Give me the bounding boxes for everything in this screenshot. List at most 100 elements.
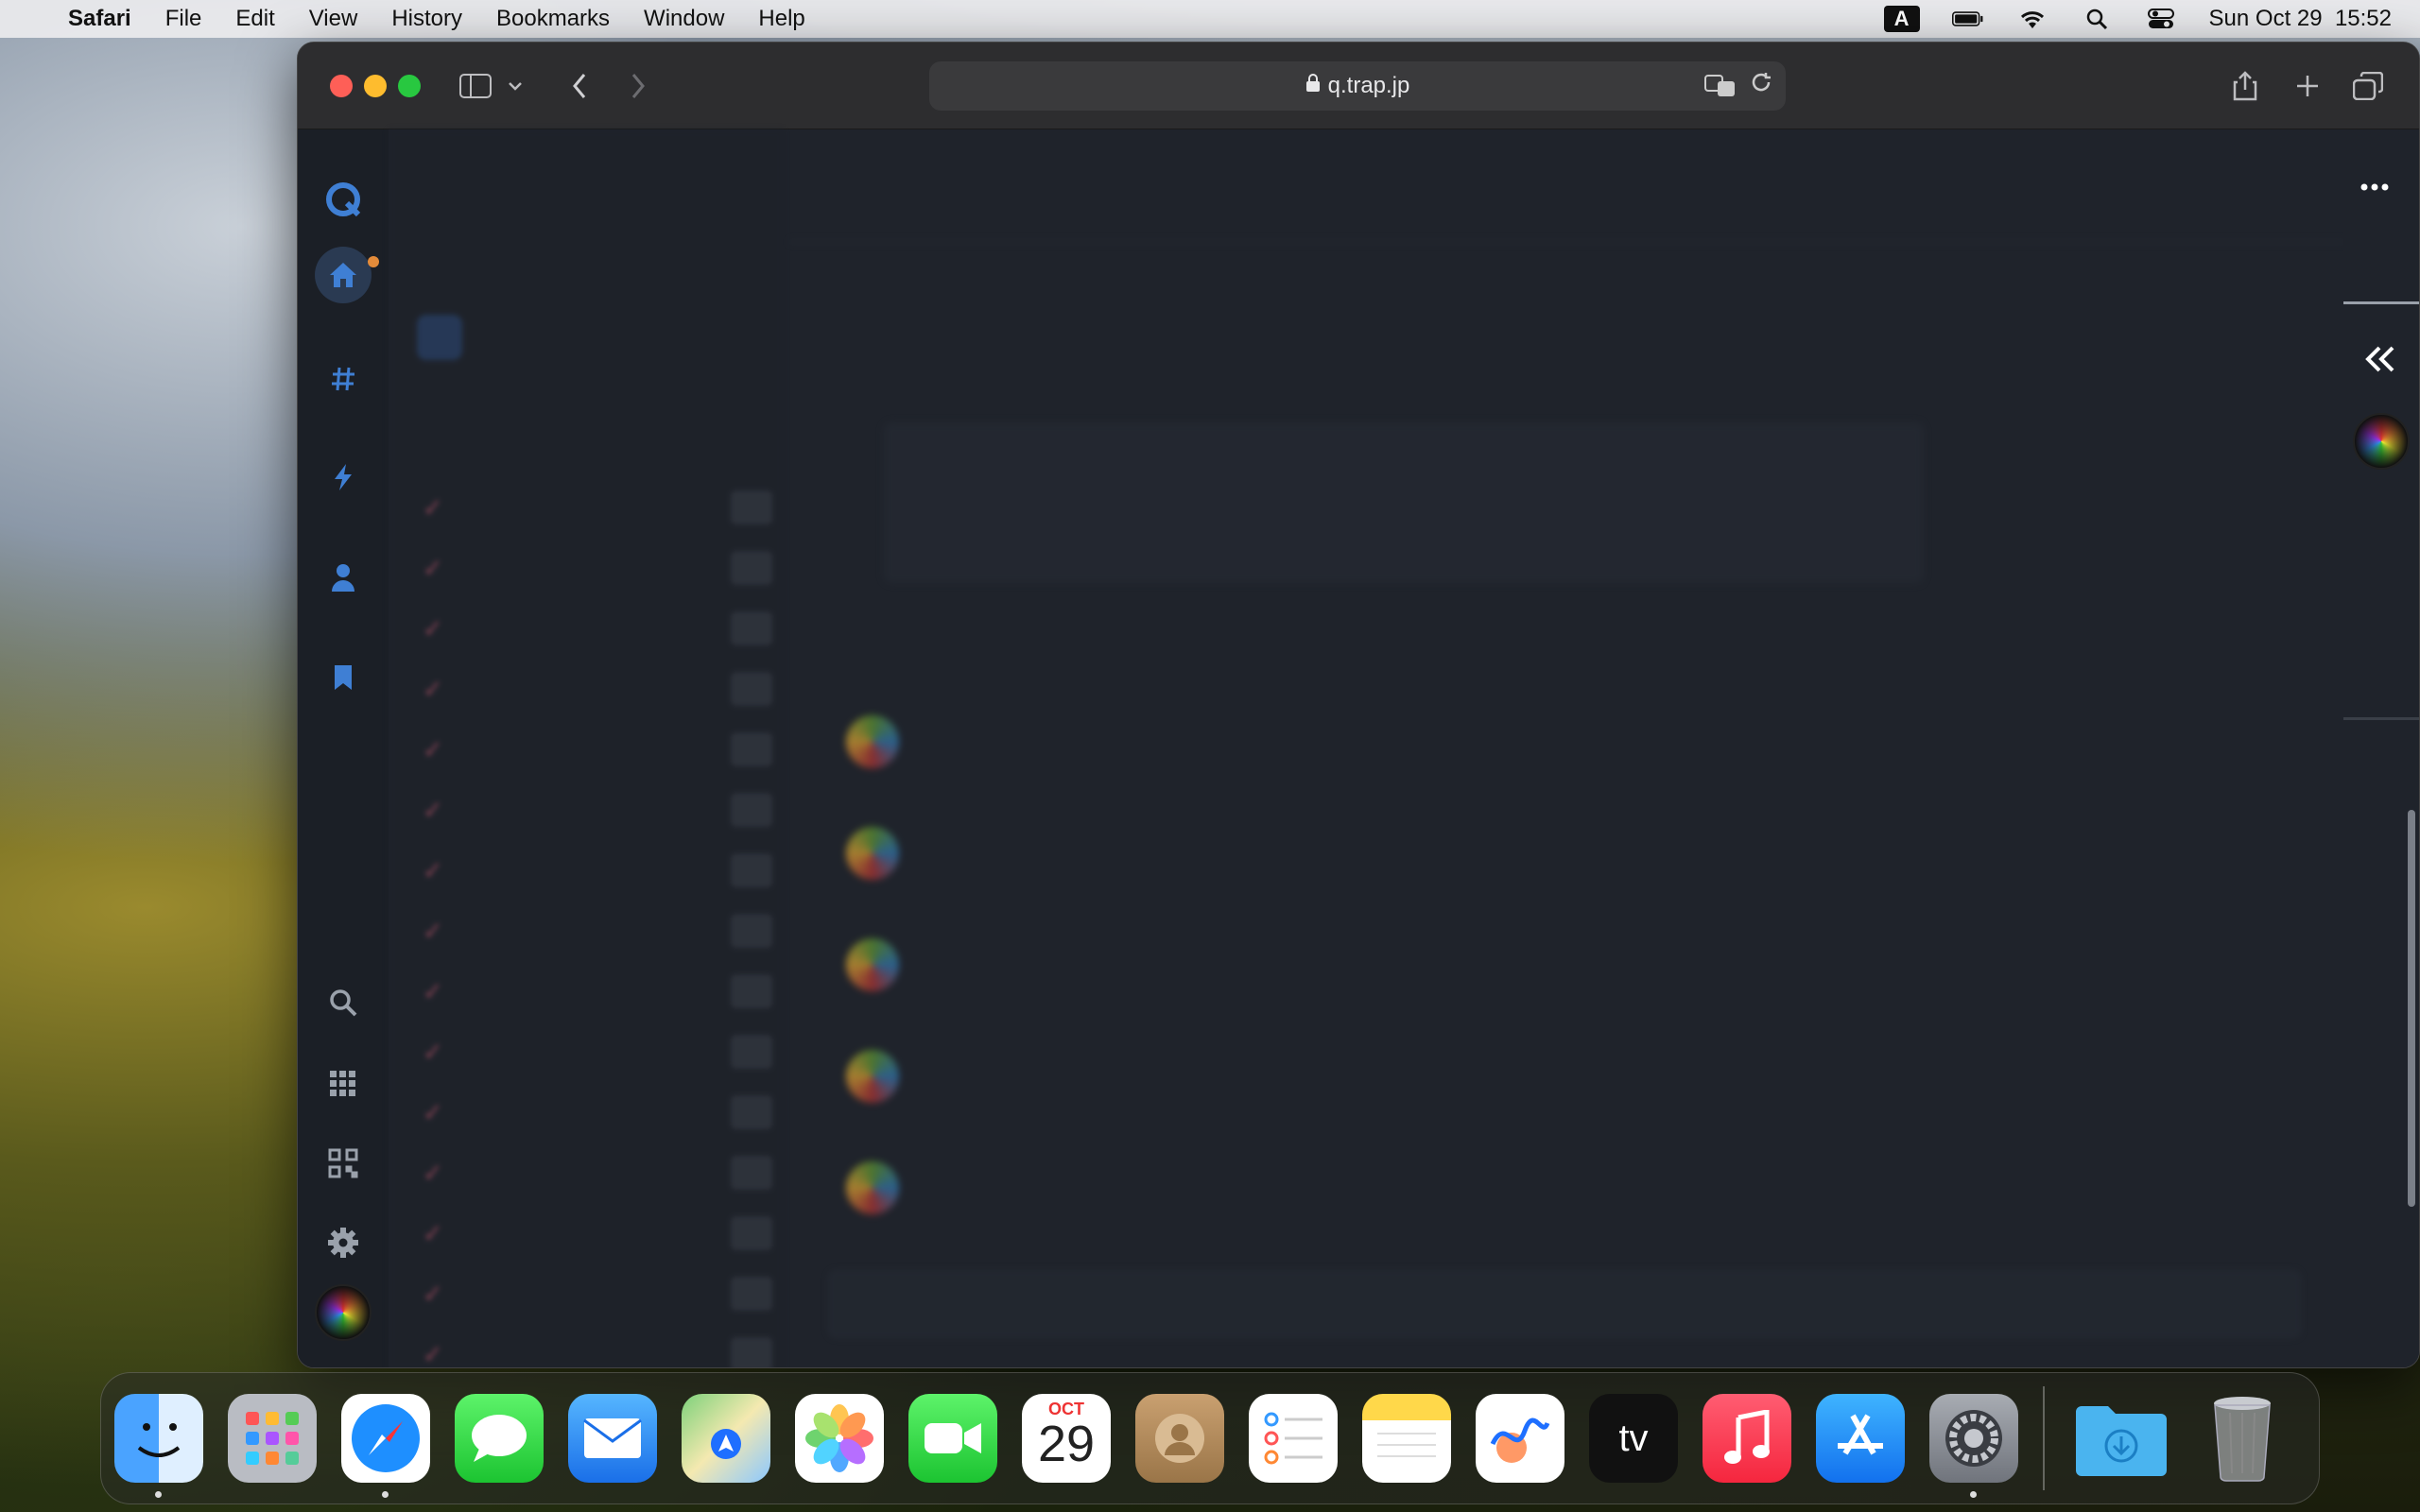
bookmark-icon[interactable]	[315, 649, 372, 706]
side-panel-rail	[2343, 129, 2419, 1367]
message-composer[interactable]	[827, 1269, 2302, 1339]
photos-app-icon[interactable]	[795, 1394, 884, 1483]
search-icon[interactable]	[315, 974, 372, 1031]
running-indicator	[155, 1491, 162, 1498]
downloads-folder-icon[interactable]	[2069, 1394, 2173, 1483]
channel-item[interactable]: ✓	[423, 1033, 772, 1071]
channel-list-pane: ✓ ✓ ✓ ✓ ✓ ✓ ✓ ✓ ✓ ✓ ✓ ✓ ✓ ✓ ✓	[389, 129, 784, 1367]
channel-item[interactable]: ✓	[423, 670, 772, 708]
reload-icon[interactable]	[1750, 71, 1772, 100]
tv-app-icon[interactable]: tv	[1589, 1394, 1678, 1483]
translate-icon[interactable]	[1704, 73, 1737, 99]
zoom-window-button[interactable]	[398, 75, 421, 97]
music-app-icon[interactable]	[1703, 1394, 1791, 1483]
menu-history[interactable]: History	[391, 6, 462, 32]
home-icon[interactable]	[315, 247, 379, 303]
maps-app-icon[interactable]	[682, 1394, 770, 1483]
tab-overview-icon[interactable]	[2349, 67, 2387, 105]
minimize-window-button[interactable]	[364, 75, 387, 97]
channel-item[interactable]: ✓	[423, 1214, 772, 1252]
channel-item[interactable]: ✓	[423, 489, 772, 526]
user-avatar[interactable]	[315, 1284, 372, 1341]
channel-item[interactable]: ✓	[423, 1275, 772, 1313]
web-content: ✓ ✓ ✓ ✓ ✓ ✓ ✓ ✓ ✓ ✓ ✓ ✓ ✓ ✓ ✓	[298, 129, 2419, 1367]
expand-sidebar-icon[interactable]	[2364, 335, 2396, 383]
activity-lightning-icon[interactable]	[315, 449, 372, 506]
rail-divider	[2343, 301, 2419, 304]
system-settings-app-icon[interactable]	[1929, 1394, 2018, 1498]
app-store-app-icon[interactable]	[1816, 1394, 1905, 1483]
channel-item[interactable]: ✓	[423, 851, 772, 889]
message-item	[846, 938, 2075, 1023]
share-icon[interactable]	[2226, 67, 2264, 105]
menu-help[interactable]: Help	[758, 6, 804, 32]
menu-bar: Safari File Edit View History Bookmarks …	[0, 0, 2420, 38]
menu-view[interactable]: View	[309, 6, 358, 32]
dock: OCT 29 tv	[100, 1372, 2320, 1504]
messages-app-icon[interactable]	[455, 1394, 544, 1483]
close-window-button[interactable]	[330, 75, 353, 97]
blurred-messages	[789, 129, 2345, 1367]
launchpad-app-icon[interactable]	[228, 1394, 317, 1483]
settings-gear-icon[interactable]	[315, 1214, 372, 1271]
scrollbar[interactable]	[2408, 810, 2415, 1207]
notification-dot	[368, 256, 379, 267]
channel-item[interactable]: ✓	[423, 791, 772, 829]
channel-item[interactable]: ✓	[423, 1154, 772, 1192]
menu-file[interactable]: File	[165, 6, 202, 32]
qr-code-icon[interactable]	[315, 1135, 372, 1192]
menu-window[interactable]: Window	[644, 6, 724, 32]
channel-item[interactable]: ✓	[423, 1093, 772, 1131]
more-options-icon[interactable]	[2360, 163, 2389, 198]
message-area	[789, 129, 2345, 1367]
users-person-icon[interactable]	[315, 549, 372, 606]
chevron-down-icon[interactable]	[496, 67, 534, 105]
embed-card	[884, 422, 1924, 583]
tv-label: tv	[1618, 1417, 1649, 1459]
facetime-app-icon[interactable]	[908, 1394, 997, 1483]
viewer-avatar[interactable]	[2353, 413, 2410, 470]
menu-bookmarks[interactable]: Bookmarks	[496, 6, 610, 32]
mail-app-icon[interactable]	[568, 1394, 657, 1483]
channel-hash-icon[interactable]	[315, 351, 372, 407]
dock-divider	[2043, 1386, 2045, 1490]
control-center-icon[interactable]	[2145, 7, 2177, 31]
message-item	[846, 715, 2075, 800]
sidebar-toggle-icon[interactable]	[457, 67, 494, 105]
channel-item[interactable]	[417, 315, 767, 360]
menu-edit[interactable]: Edit	[235, 6, 274, 32]
channel-item[interactable]: ✓	[423, 610, 772, 647]
new-tab-icon[interactable]	[2289, 67, 2326, 105]
menu-app-name[interactable]: Safari	[68, 6, 131, 32]
reminders-app-icon[interactable]	[1249, 1394, 1338, 1483]
rail-divider	[2343, 717, 2419, 720]
freeform-app-icon[interactable]	[1476, 1394, 1564, 1483]
channel-item[interactable]: ✓	[423, 1335, 772, 1367]
safari-app-icon[interactable]	[341, 1394, 430, 1498]
forward-icon[interactable]	[619, 67, 657, 105]
channel-item[interactable]: ✓	[423, 549, 772, 587]
nav-rail	[298, 129, 389, 1367]
back-icon[interactable]	[561, 67, 598, 105]
spotlight-search-icon[interactable]	[2081, 7, 2113, 31]
menubar-clock[interactable]: Sun Oct 29 15:52	[2209, 6, 2392, 32]
traq-logo-icon[interactable]	[315, 171, 372, 228]
input-source-badge[interactable]: A	[1883, 6, 1920, 32]
message-item	[846, 1050, 2075, 1135]
lock-icon	[1305, 74, 1321, 98]
channel-item[interactable]: ✓	[423, 912, 772, 950]
calendar-app-icon[interactable]: OCT 29	[1022, 1394, 1111, 1483]
address-bar[interactable]: q.trap.jp	[929, 61, 1786, 111]
battery-icon[interactable]	[1951, 7, 1984, 31]
notes-app-icon[interactable]	[1362, 1394, 1451, 1483]
apps-grid-icon[interactable]	[315, 1056, 372, 1112]
trash-icon[interactable]	[2198, 1394, 2287, 1483]
browser-toolbar: q.trap.jp	[298, 43, 2419, 129]
wifi-icon[interactable]	[2016, 7, 2048, 31]
channel-item[interactable]: ✓	[423, 730, 772, 768]
calendar-day: 29	[1037, 1416, 1096, 1472]
finder-app-icon[interactable]	[114, 1394, 203, 1498]
channel-header	[789, 129, 2345, 243]
channel-item[interactable]: ✓	[423, 972, 772, 1010]
contacts-app-icon[interactable]	[1135, 1394, 1224, 1483]
